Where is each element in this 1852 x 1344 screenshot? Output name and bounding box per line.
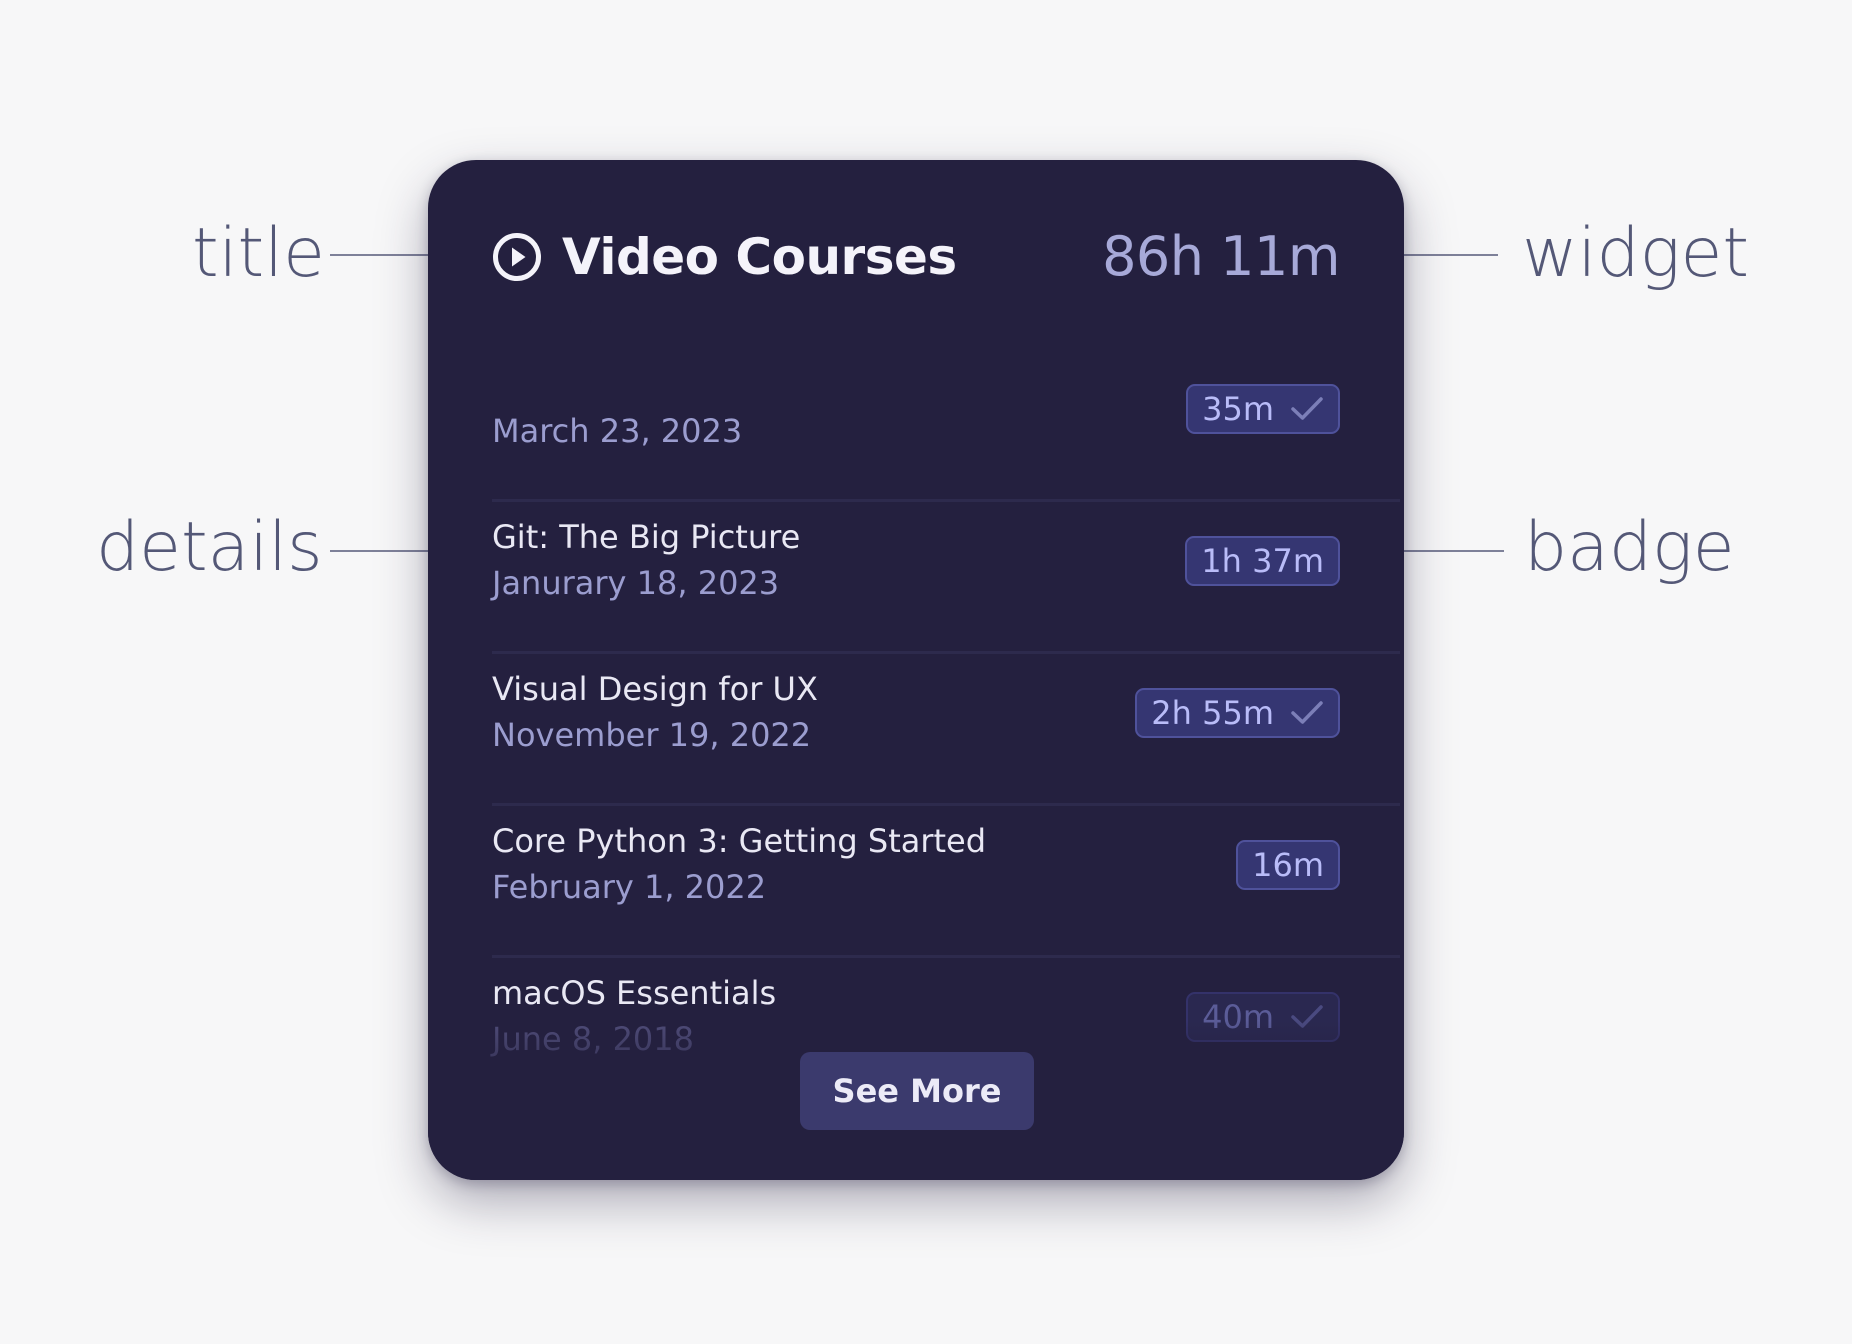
course-title: Introduction to Logic Pro X [492, 1126, 915, 1164]
course-date: March 23, 2023 [492, 412, 743, 450]
duration-text: 2h 55m [1151, 694, 1274, 732]
checkmark-icon [1291, 1005, 1323, 1028]
total-duration-widget: 86h 11m [1102, 225, 1340, 288]
duration-text: 40m [1202, 998, 1274, 1036]
card-title-group: Video Courses [492, 222, 957, 292]
duration-badge: 40m [1186, 992, 1340, 1042]
course-row[interactable]: Git: The Big Picture March 23, 2023 35m [492, 350, 1404, 556]
video-courses-card: Video Courses 86h 11m Git: The Big Pictu… [428, 160, 1404, 1180]
annotation-title: title [192, 214, 325, 293]
card-header: Video Courses 86h 11m [492, 222, 1340, 292]
course-date: June 8, 2018 [492, 1020, 694, 1058]
card-title: Video Courses [562, 228, 957, 286]
duration-badge: 2h 55m [1135, 688, 1340, 738]
duration-text: 1h 37m [1201, 542, 1324, 580]
play-circle-icon [493, 233, 541, 281]
see-more-button[interactable]: See More [800, 1052, 1034, 1130]
annotation-badge: badge [1524, 508, 1735, 587]
duration-text: 16m [1252, 846, 1324, 884]
duration-badge: 16m [1236, 840, 1340, 890]
course-date: Janurary 18, 2023 [492, 564, 780, 602]
duration-badge: 35m [1186, 384, 1340, 434]
duration-text: 35m [1202, 390, 1274, 428]
annotation-details: details [96, 508, 323, 587]
course-list: Git: The Big Picture March 23, 2023 35m … [492, 350, 1404, 1164]
course-date: November 19, 2022 [492, 716, 812, 754]
course-row[interactable]: macOS Essentials February 1, 2022 16m [492, 806, 1404, 1012]
checkmark-icon [1291, 701, 1323, 724]
course-date: February 1, 2022 [492, 868, 767, 906]
course-row[interactable]: Core Python 3: Getting Started November … [492, 654, 1404, 860]
annotation-widget: widget [1522, 214, 1749, 293]
duration-badge: 1h 37m [1185, 536, 1340, 586]
course-row[interactable]: Visual Design for UX Janurary 18, 2023 1… [492, 502, 1404, 708]
checkmark-icon [1291, 397, 1323, 420]
